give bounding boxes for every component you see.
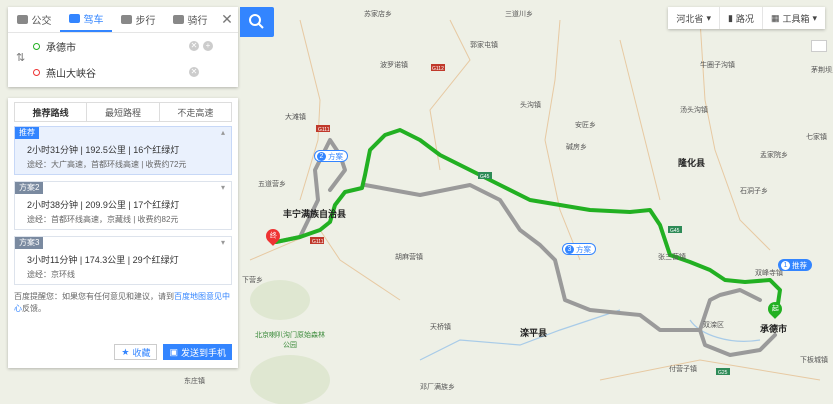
tab-drive[interactable]: 驾车 bbox=[60, 7, 112, 32]
town-label: 安匠乡 bbox=[575, 122, 596, 129]
svg-text:G25: G25 bbox=[718, 370, 728, 376]
svg-text:G45: G45 bbox=[480, 174, 490, 180]
star-icon: ★ bbox=[121, 346, 130, 357]
district-label-shuangluan: 双滦区 bbox=[703, 322, 724, 329]
town-label: 牛圈子沟镇 bbox=[700, 62, 735, 69]
destination-field[interactable]: 燕山大峡谷 bbox=[33, 59, 213, 85]
route-via: 途经：大广高速，首都环线高速 | 收费约72元 bbox=[27, 160, 187, 169]
route-card-1[interactable]: 推荐 ▴ 2小时31分钟 | 192.5公里 | 16个红绿灯 途经：大广高速，… bbox=[14, 126, 232, 175]
search-icon bbox=[249, 14, 264, 29]
town-label: 三道川乡 bbox=[505, 11, 533, 18]
town-label: 张三营镇 bbox=[658, 254, 686, 261]
route-tag: 推荐 bbox=[15, 127, 39, 139]
region-selector[interactable]: 河北省 ▾ bbox=[668, 7, 720, 29]
route-results-panel: 推荐路线 最短路程 不走高速 推荐 ▴ 2小时31分钟 | 192.5公里 | … bbox=[8, 98, 238, 368]
expand-icon[interactable]: ▾ bbox=[221, 238, 225, 247]
town-label: 郭家屯镇 bbox=[470, 42, 498, 49]
svg-text:G45: G45 bbox=[670, 228, 680, 234]
town-label: 波罗诺镇 bbox=[380, 62, 408, 69]
town-label: 苏家店乡 bbox=[364, 11, 392, 18]
collapse-icon[interactable]: ▴ bbox=[221, 128, 225, 137]
town-label: 邓厂满族乡 bbox=[420, 384, 455, 391]
town-label: 头沟镇 bbox=[520, 102, 541, 109]
route-tag: 方案3 bbox=[15, 237, 44, 249]
tab-no-highway[interactable]: 不走高速 bbox=[160, 103, 231, 121]
park-label: 北京喇叭沟门原始森林公园 bbox=[255, 332, 325, 349]
route-preference-tabs: 推荐路线 最短路程 不走高速 bbox=[14, 102, 232, 122]
traffic-light-icon: ▮ bbox=[727, 12, 733, 23]
tab-walk[interactable]: 步行 bbox=[112, 7, 164, 32]
route-via: 途经：首都环线高速，京藏线 | 收费约82元 bbox=[27, 215, 179, 224]
route-tag: 方案2 bbox=[15, 182, 44, 194]
town-label: 七家镇 bbox=[806, 134, 827, 141]
city-label-fengning: 丰宁满族自治县 bbox=[283, 209, 347, 219]
close-icon[interactable]: ✕ bbox=[216, 7, 238, 32]
feedback-note: 百度提醒您：如果您有任何意见和建议，请到百度地图意见中心反馈。 bbox=[14, 292, 230, 313]
origin-field[interactable]: 承德市 bbox=[33, 33, 213, 59]
route-card-3[interactable]: 方案3 ▾ 3小时11分钟 | 174.3公里 | 29个红绿灯 途经：京环线 bbox=[14, 236, 232, 285]
route-summary: 2小时31分钟 | 192.5公里 | 16个红绿灯 bbox=[27, 145, 180, 155]
toolbox-button[interactable]: ▦ 工具箱 ▾ bbox=[763, 7, 825, 29]
search-button[interactable] bbox=[240, 7, 274, 37]
clear-origin-icon[interactable]: ✕ bbox=[189, 41, 199, 51]
traffic-button[interactable]: ▮ 路况 bbox=[720, 7, 763, 29]
route-badge-3[interactable]: 3 方案 bbox=[562, 243, 596, 255]
town-label: 付营子镇 bbox=[669, 366, 697, 373]
town-label: 胡麻营镇 bbox=[395, 254, 423, 261]
tab-shortest[interactable]: 最短路程 bbox=[87, 103, 160, 121]
car-icon bbox=[68, 14, 80, 23]
bike-icon bbox=[172, 15, 184, 24]
swap-icon[interactable]: ⇅ bbox=[16, 51, 25, 64]
town-label: 汤头沟镇 bbox=[680, 107, 708, 114]
town-label: 大滩镇 bbox=[285, 114, 306, 121]
tab-bike[interactable]: 骑行 bbox=[164, 7, 216, 32]
route-summary: 2小时38分钟 | 209.9公里 | 17个红绿灯 bbox=[27, 200, 180, 210]
town-label: 孟家院乡 bbox=[760, 152, 788, 159]
expand-icon[interactable]: ▾ bbox=[221, 183, 225, 192]
svg-text:G112: G112 bbox=[432, 66, 444, 72]
town-label: 东庄镇 bbox=[184, 378, 205, 385]
town-label: 下板城镇 bbox=[800, 357, 828, 364]
add-waypoint-icon[interactable]: + bbox=[203, 41, 213, 51]
tab-bus[interactable]: 公交 bbox=[8, 7, 60, 32]
tab-recommended[interactable]: 推荐路线 bbox=[15, 103, 88, 121]
chevron-down-icon: ▾ bbox=[706, 12, 711, 23]
walk-icon bbox=[120, 15, 132, 24]
clear-destination-icon[interactable]: ✕ bbox=[189, 67, 199, 77]
travel-mode-tabs: 公交 驾车 步行 骑行 ✕ bbox=[8, 7, 238, 33]
svg-text:G111: G111 bbox=[312, 239, 324, 245]
route-search-panel: 公交 驾车 步行 骑行 ✕ ⇅ 承德市 ✕ + 燕山大峡谷 ✕ bbox=[8, 7, 238, 87]
map-toolbar: 河北省 ▾ ▮ 路况 ▦ 工具箱 ▾ bbox=[668, 7, 825, 29]
route-card-2[interactable]: 方案2 ▾ 2小时38分钟 | 209.9公里 | 17个红绿灯 途经：首都环线… bbox=[14, 181, 232, 230]
send-to-phone-button[interactable]: ▣ 发送到手机 bbox=[163, 344, 232, 360]
toolbox-icon: ▦ bbox=[770, 12, 780, 23]
city-label-chengde: 承德市 bbox=[760, 324, 788, 334]
town-label: 茅荆坝乡 bbox=[811, 67, 833, 74]
city-label-longhua: 隆化县 bbox=[678, 158, 706, 168]
town-label: 下营乡 bbox=[242, 277, 263, 284]
city-label-luanping: 滦平县 bbox=[520, 328, 548, 338]
svg-text:G111: G111 bbox=[318, 127, 330, 133]
town-label: 碱房乡 bbox=[566, 144, 587, 151]
town-label: 石洞子乡 bbox=[740, 188, 768, 195]
route-badge-1[interactable]: 1 推荐 bbox=[778, 259, 812, 271]
chevron-down-icon: ▾ bbox=[812, 12, 817, 23]
route-badge-2[interactable]: 2 方案 bbox=[314, 150, 348, 162]
town-label: 双峰寺镇 bbox=[755, 270, 783, 277]
town-label: 天桥镇 bbox=[430, 324, 451, 331]
route-via: 途经：京环线 bbox=[27, 270, 75, 279]
fullscreen-icon[interactable] bbox=[811, 40, 827, 52]
destination-dot-icon bbox=[33, 68, 40, 76]
town-label: 五道营乡 bbox=[258, 181, 286, 188]
route-summary: 3小时11分钟 | 174.3公里 | 29个红绿灯 bbox=[27, 255, 179, 265]
phone-icon: ▣ bbox=[169, 346, 178, 357]
origin-dot-icon bbox=[33, 42, 40, 50]
bus-icon bbox=[16, 15, 28, 24]
save-button[interactable]: ★ 收藏 bbox=[114, 344, 158, 360]
